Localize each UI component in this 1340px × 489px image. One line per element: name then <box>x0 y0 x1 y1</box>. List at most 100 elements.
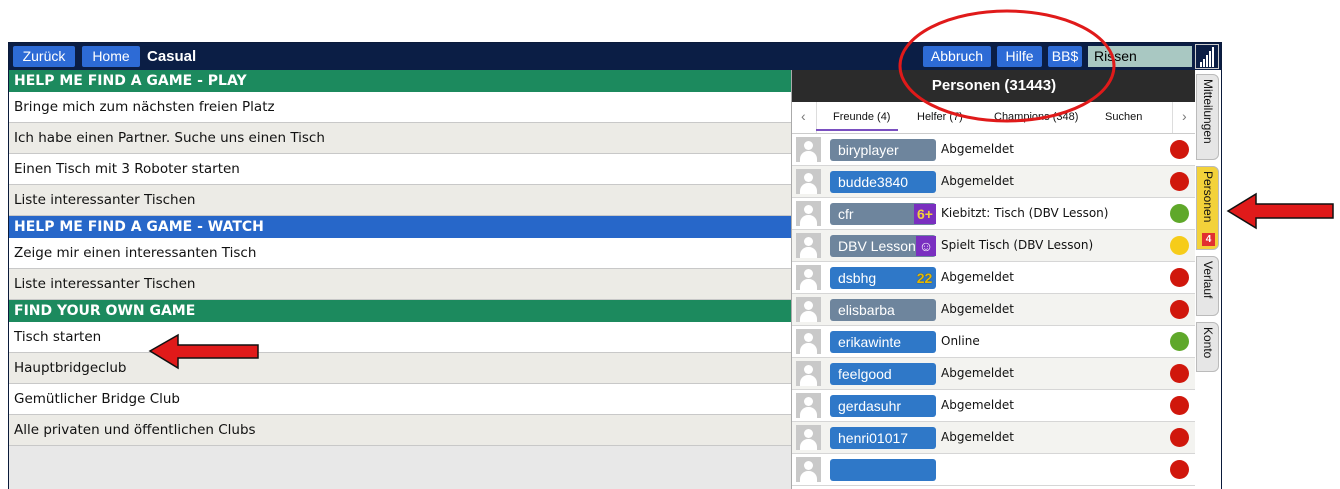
person-status: Abgemeldet <box>941 270 1014 284</box>
person-status: Abgemeldet <box>941 302 1014 316</box>
person-status: Abgemeldet <box>941 366 1014 380</box>
people-list: biryplayer Abgemeldet budde3840 Abgemeldet c… <box>792 134 1196 486</box>
menu-item-watch-list[interactable]: Liste interessanter Tischen <box>9 269 791 300</box>
tab-champions[interactable]: Champions (348) <box>994 111 1078 123</box>
status-dot <box>1170 140 1189 159</box>
person-name[interactable]: feelgood <box>830 363 936 385</box>
chevron-right-icon[interactable]: › <box>1182 108 1187 124</box>
side-tabs: Mitteilungen Personen 4 Verlauf Konto <box>1195 70 1221 489</box>
side-tab-label: Mitteilungen <box>1201 79 1215 144</box>
menu-item-interesting-tables[interactable]: Liste interessanter Tischen <box>9 185 791 216</box>
person-row[interactable]: gerdasuhr Abgemeldet <box>792 390 1196 422</box>
back-button[interactable]: Zurück <box>13 46 75 67</box>
people-panel: Personen (31443) ‹ Freunde (4) Helfer (7… <box>791 70 1196 489</box>
menu-item-partner-table[interactable]: Ich habe einen Partner. Suche uns einen … <box>9 123 791 154</box>
status-dot <box>1170 332 1189 351</box>
rank-badge: 6+ <box>914 204 936 224</box>
section-header-play: HELP ME FIND A GAME - PLAY <box>9 70 791 92</box>
status-dot <box>1170 428 1189 447</box>
avatar-icon <box>796 265 821 290</box>
signal-icon <box>1195 44 1219 69</box>
bbs-button[interactable]: BB$ <box>1048 46 1082 67</box>
person-name[interactable]: elisbarba <box>830 299 936 321</box>
teacher-icon: ☺ <box>916 236 936 256</box>
status-dot <box>1170 300 1189 319</box>
person-row[interactable]: erikawinte Online <box>792 326 1196 358</box>
section-header-watch: HELP ME FIND A GAME - WATCH <box>9 216 791 238</box>
person-name[interactable]: gerdasuhr <box>830 395 936 417</box>
person-name[interactable]: biryplayer <box>830 139 936 161</box>
person-row[interactable]: dsbhg 22 Abgemeldet <box>792 262 1196 294</box>
avatar-icon <box>796 457 821 482</box>
person-row[interactable]: DBV Lesson ☺ Spielt Tisch (DBV Lesson) <box>792 230 1196 262</box>
side-tab-label: Konto <box>1201 327 1215 359</box>
person-name[interactable]: budde3840 <box>830 171 936 193</box>
avatar-icon <box>796 393 821 418</box>
person-name[interactable] <box>830 459 936 481</box>
person-status: Kiebitzt: Tisch (DBV Lesson) <box>941 206 1109 220</box>
person-row[interactable]: feelgood Abgemeldet <box>792 358 1196 390</box>
tab-friends[interactable]: Freunde (4) <box>833 111 890 123</box>
person-row[interactable]: henri01017 Abgemeldet <box>792 422 1196 454</box>
status-dot <box>1170 460 1189 479</box>
avatar-icon <box>796 169 821 194</box>
avatar-icon <box>796 233 821 258</box>
home-button[interactable]: Home <box>82 46 140 67</box>
chevron-left-icon[interactable]: ‹ <box>801 108 806 124</box>
person-row[interactable]: biryplayer Abgemeldet <box>792 134 1196 166</box>
help-button[interactable]: Hilfe <box>997 46 1042 67</box>
person-name[interactable]: erikawinte <box>830 331 936 353</box>
tab-helpers[interactable]: Helfer (7) <box>917 111 963 123</box>
status-field[interactable]: Rissen <box>1088 46 1192 67</box>
menu-item-robot-table[interactable]: Einen Tisch mit 3 Roboter starten <box>9 154 791 185</box>
avatar-icon <box>796 361 821 386</box>
game-menu: HELP ME FIND A GAME - PLAY Bringe mich z… <box>9 70 791 489</box>
side-tab-people[interactable]: Personen 4 <box>1196 166 1219 250</box>
menu-item-start-table[interactable]: Tisch starten <box>9 322 791 353</box>
rank-badge: 22 <box>916 270 933 286</box>
person-row[interactable]: elisbarba Abgemeldet <box>792 294 1196 326</box>
section-header-own-game: FIND YOUR OWN GAME <box>9 300 791 322</box>
person-status: Online <box>941 334 980 348</box>
person-status: Abgemeldet <box>941 174 1014 188</box>
person-status: Abgemeldet <box>941 398 1014 412</box>
top-bar: Zurück Home Casual Abbruch Hilfe BB$ Ris… <box>9 43 1221 70</box>
status-dot <box>1170 204 1189 223</box>
app-window: Zurück Home Casual Abbruch Hilfe BB$ Ris… <box>8 42 1222 489</box>
page-title: Casual <box>147 48 197 65</box>
annotation-arrow-personen <box>1226 192 1334 230</box>
avatar-icon <box>796 329 821 354</box>
menu-item-show-table[interactable]: Zeige mir einen interessanten Tisch <box>9 238 791 269</box>
person-row[interactable] <box>792 454 1196 486</box>
active-tab-indicator <box>816 129 898 131</box>
menu-item-main-club[interactable]: Hauptbridgeclub <box>9 353 791 384</box>
person-status: Abgemeldet <box>941 142 1014 156</box>
person-status: Abgemeldet <box>941 430 1014 444</box>
side-tab-label: Verlauf <box>1201 261 1215 299</box>
person-status: Spielt Tisch (DBV Lesson) <box>941 238 1094 252</box>
person-name[interactable]: henri01017 <box>830 427 936 449</box>
avatar-icon <box>796 137 821 162</box>
menu-item-cozy-club[interactable]: Gemütlicher Bridge Club <box>9 384 791 415</box>
side-tab-label: Personen <box>1201 171 1215 223</box>
avatar-icon <box>796 201 821 226</box>
status-dot <box>1170 364 1189 383</box>
people-count-badge: 4 <box>1202 233 1215 246</box>
tab-search[interactable]: Suchen <box>1105 111 1142 123</box>
status-dot <box>1170 172 1189 191</box>
avatar-icon <box>796 297 821 322</box>
people-title: Personen (31443) <box>792 70 1196 102</box>
status-dot <box>1170 396 1189 415</box>
menu-item-all-clubs[interactable]: Alle privaten und öffentlichen Clubs <box>9 415 791 446</box>
side-tab-account[interactable]: Konto <box>1196 322 1219 372</box>
cancel-button[interactable]: Abbruch <box>923 46 991 67</box>
side-tab-history[interactable]: Verlauf <box>1196 256 1219 316</box>
avatar-icon <box>796 425 821 450</box>
status-dot <box>1170 236 1189 255</box>
side-tab-messages[interactable]: Mitteilungen <box>1196 74 1219 160</box>
person-row[interactable]: budde3840 Abgemeldet <box>792 166 1196 198</box>
status-dot <box>1170 268 1189 287</box>
tab-divider <box>1172 102 1173 133</box>
person-row[interactable]: cfr 6+ Kiebitzt: Tisch (DBV Lesson) <box>792 198 1196 230</box>
menu-item-next-free-seat[interactable]: Bringe mich zum nächsten freien Platz <box>9 92 791 123</box>
